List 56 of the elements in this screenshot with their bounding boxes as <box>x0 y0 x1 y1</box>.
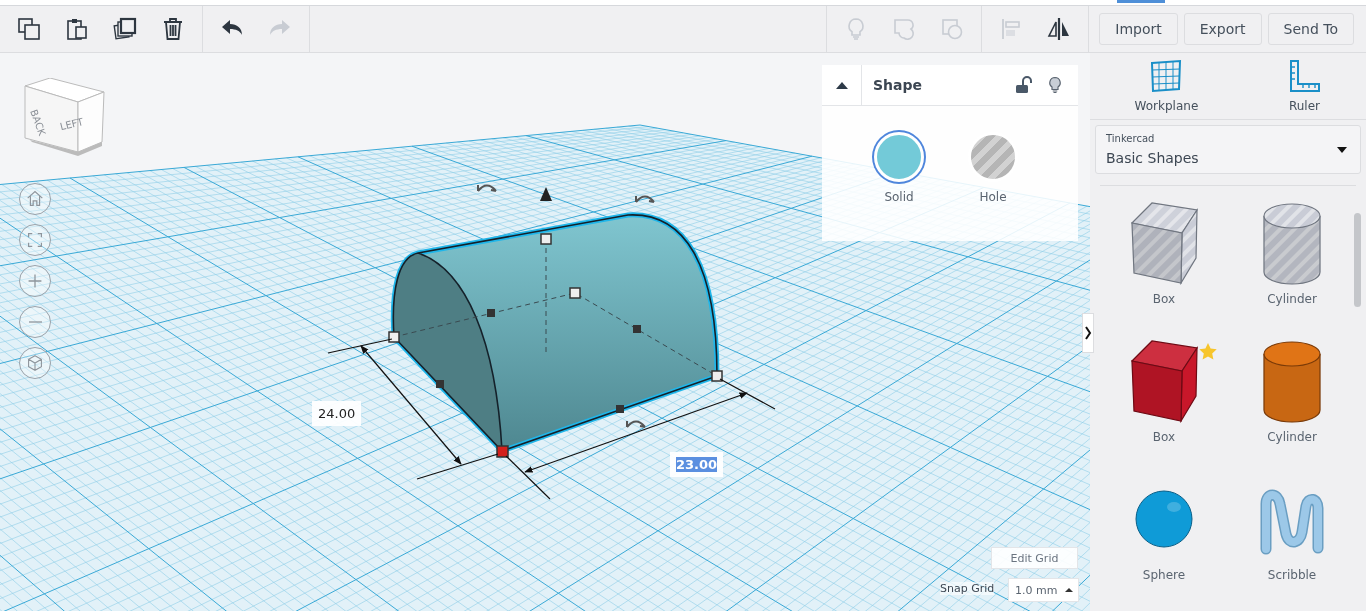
shape-item[interactable]: Box <box>1100 336 1228 474</box>
rotate-handle-icon[interactable] <box>477 184 497 192</box>
edge-handle[interactable] <box>436 380 444 388</box>
workplane-tool[interactable]: Workplane <box>1134 59 1199 114</box>
mirror-icon <box>1047 17 1072 41</box>
resize-handle[interactable] <box>569 287 581 299</box>
caret-icon <box>834 80 849 90</box>
tab-indicator <box>1117 0 1165 3</box>
shape-item[interactable]: Box <box>1100 198 1228 336</box>
caret-icon <box>1336 145 1348 154</box>
rotate-handle-icon[interactable] <box>626 420 646 428</box>
home-button[interactable] <box>19 183 51 215</box>
snap-grid-label: Snap Grid <box>940 582 995 595</box>
toolbar-button[interactable]: Send To <box>1267 13 1354 45</box>
lift-cone-handle[interactable] <box>540 187 552 201</box>
group-icon <box>892 17 917 41</box>
resize-handle[interactable] <box>388 331 400 343</box>
unlocked-lock-icon[interactable] <box>1014 76 1032 94</box>
minus-icon <box>28 321 42 323</box>
ruler-icon <box>1287 59 1322 94</box>
edge-handle[interactable] <box>487 309 495 317</box>
toolbar-button[interactable]: Import <box>1099 13 1178 45</box>
duplicate-icon <box>113 17 137 41</box>
library-category: Basic Shapes <box>1106 150 1200 167</box>
grid-icon <box>1149 59 1184 94</box>
resize-handle[interactable] <box>711 370 723 382</box>
chevron-icon <box>1084 325 1092 341</box>
half-cylinder-shape[interactable] <box>390 212 720 454</box>
dimension-input[interactable]: 24.00 <box>312 401 362 426</box>
scrollbar[interactable] <box>1354 213 1361 307</box>
corner-handle[interactable] <box>496 445 509 458</box>
bulb-icon[interactable] <box>1046 76 1064 94</box>
shape-item[interactable]: Sphere <box>1100 474 1228 611</box>
resize-handle[interactable] <box>540 233 552 245</box>
shape-item[interactable]: Scribble <box>1228 474 1356 611</box>
fit-button[interactable] <box>19 224 51 256</box>
snap-grid-dropdown[interactable]: 1.0 mm <box>1008 578 1079 602</box>
copy-icon <box>17 17 41 41</box>
clipboard-icon <box>65 17 89 41</box>
edge-handle[interactable] <box>616 405 624 413</box>
shape-item[interactable]: Cylinder <box>1228 198 1356 336</box>
library-dropdown[interactable]: Tinkercad Basic Shapes <box>1095 125 1361 174</box>
panel-title: Shape <box>872 77 923 93</box>
ruler-tool[interactable]: Ruler <box>1287 59 1322 114</box>
expand-panel-button[interactable] <box>1082 313 1094 353</box>
trash-icon <box>161 17 185 41</box>
dimension-input[interactable]: 23.00 <box>670 452 724 477</box>
edit-grid-button[interactable]: Edit Grid <box>991 547 1078 569</box>
shape-item[interactable]: Cylinder <box>1228 336 1356 474</box>
toolbar-button[interactable]: Export <box>1183 13 1262 45</box>
ungroup-icon <box>940 17 965 41</box>
rotate-handle-icon[interactable] <box>635 195 655 203</box>
perspective-button[interactable] <box>19 347 51 379</box>
caret-icon <box>1065 587 1074 593</box>
edge-handle[interactable] <box>633 325 641 333</box>
library-source: Tinkercad <box>1106 133 1156 145</box>
